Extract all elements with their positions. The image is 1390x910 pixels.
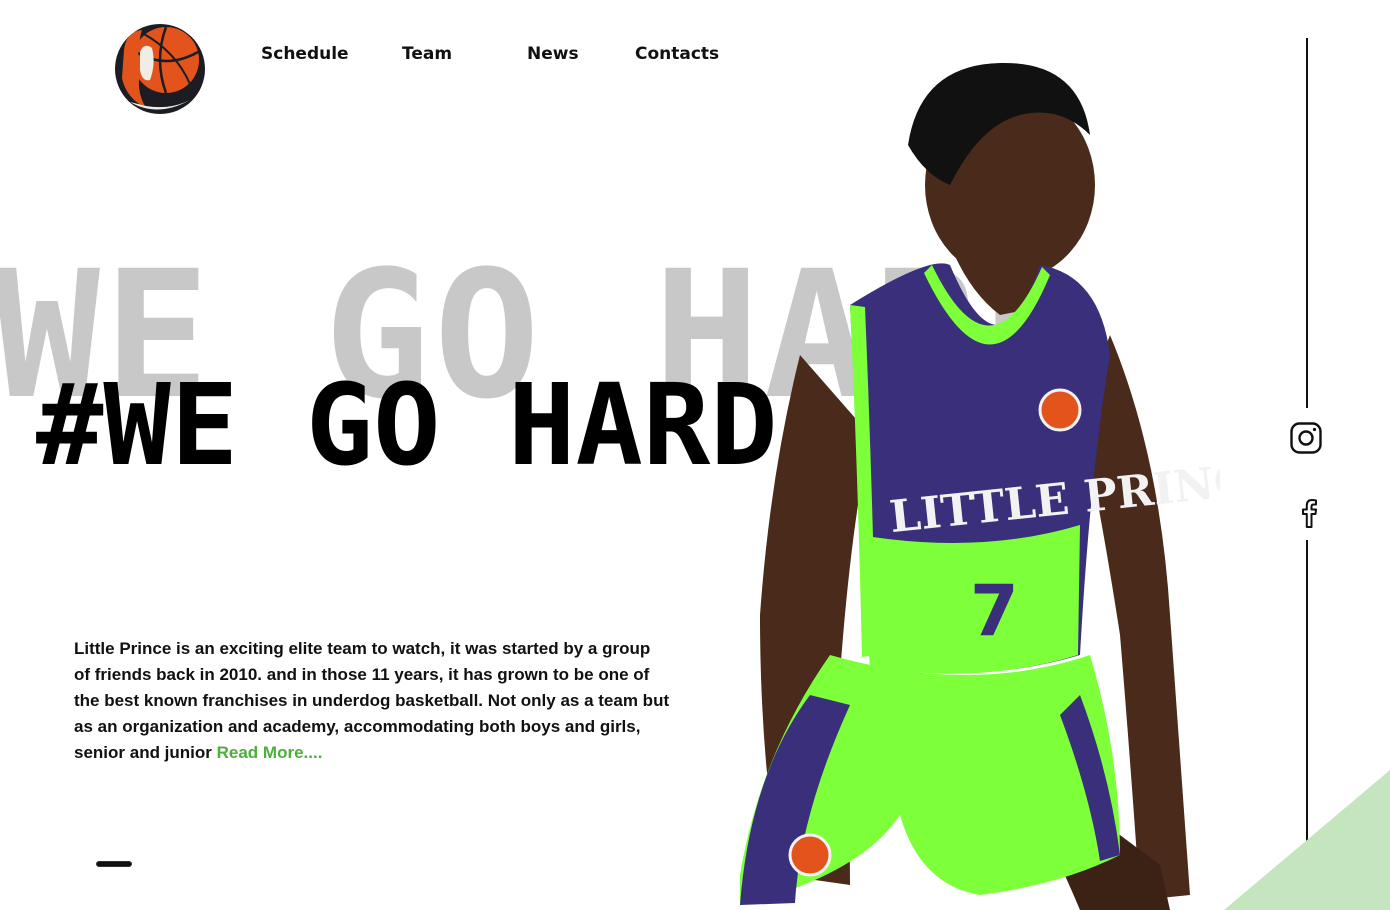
instagram-icon[interactable] [1289,421,1323,455]
read-more-link[interactable]: Read More.... [217,743,323,762]
intro-paragraph: Little Prince is an exciting elite team … [74,636,670,766]
nav-schedule[interactable]: Schedule [261,44,349,64]
intro-text: Little Prince is an exciting elite team … [74,639,670,762]
nav-news[interactable]: News [527,44,579,64]
hero-headline: #WE GO HARD [36,361,778,491]
corner-triangle-decoration [1224,770,1390,910]
slide-indicator[interactable] [96,861,132,867]
jersey-number: 7 [970,570,1019,652]
player-image: LITTLE PRINCE 7 [740,62,1220,910]
nav-team[interactable]: Team [402,44,452,64]
team-logo[interactable] [110,22,206,116]
divider-line-top [1306,38,1308,408]
facebook-icon[interactable] [1292,496,1326,530]
